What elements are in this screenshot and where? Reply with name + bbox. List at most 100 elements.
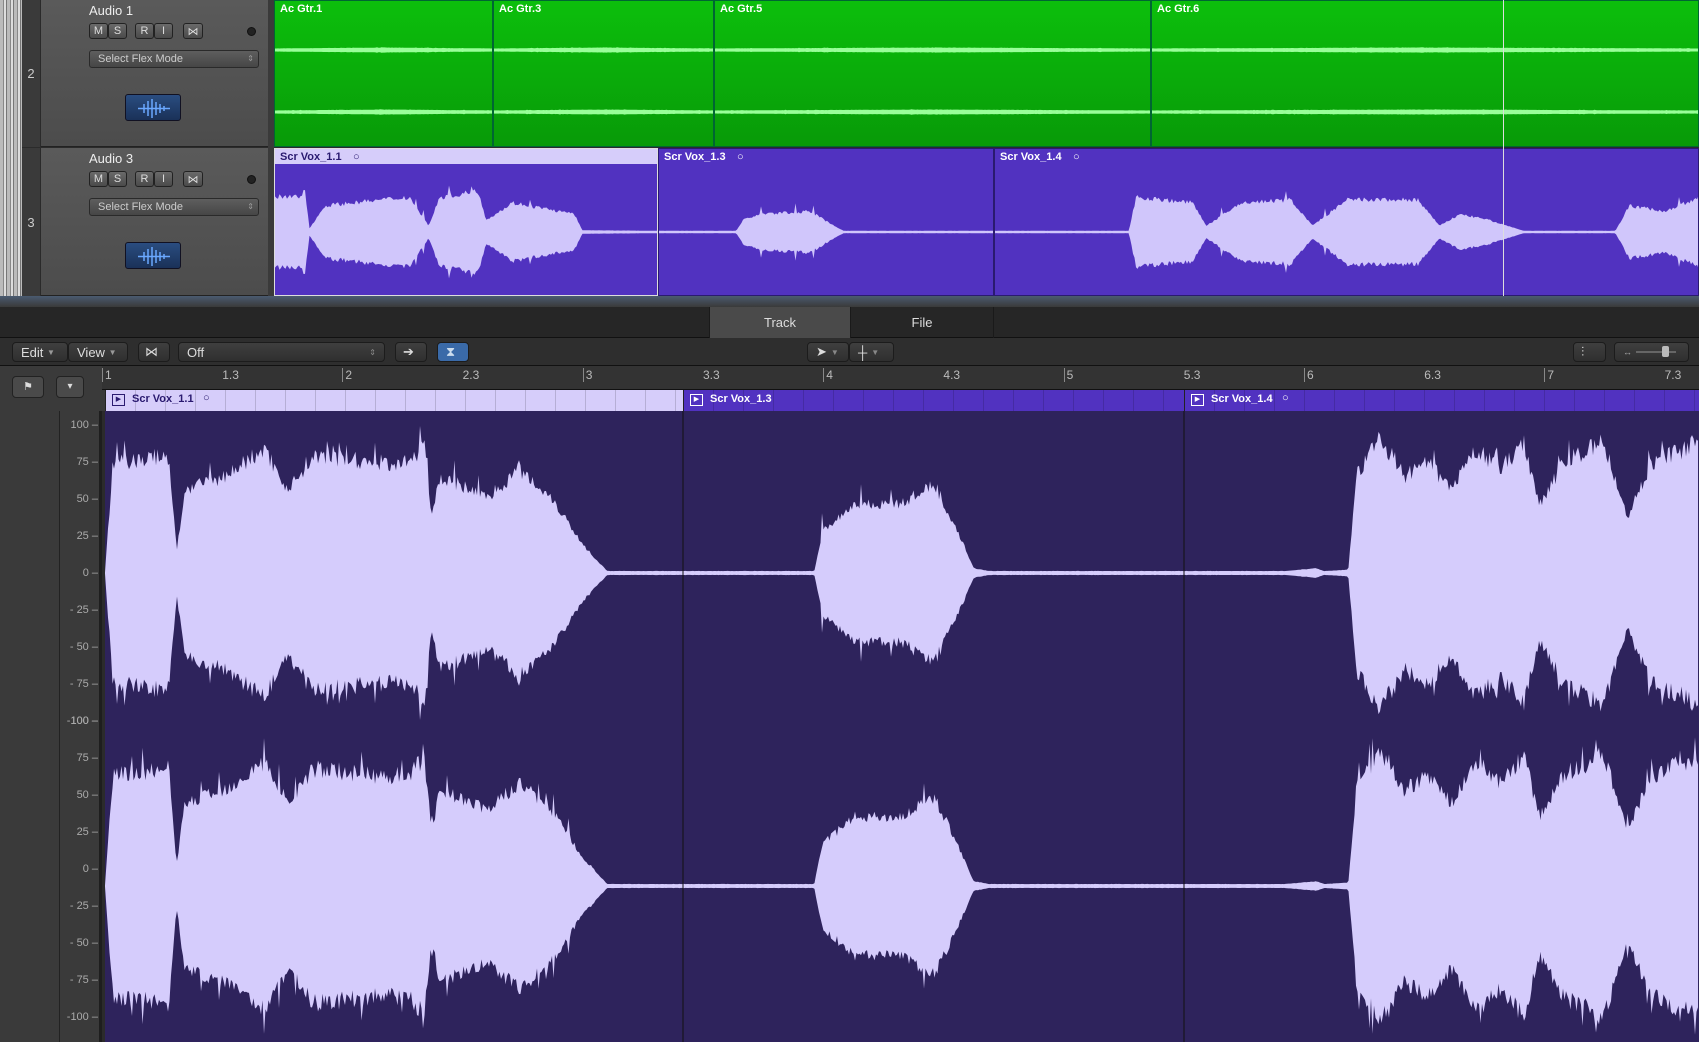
dropdown-icon[interactable]: ▾ (56, 376, 84, 398)
input-monitor-button[interactable]: I (154, 23, 173, 39)
waveform-icon[interactable] (125, 242, 181, 269)
amplitude-label: - 75 (69, 678, 89, 690)
loop-icon: ○ (1073, 151, 1080, 163)
flex-mode-select[interactable]: Select Flex Mode ⇕ (89, 198, 259, 216)
amplitude-label: - 50 (69, 937, 89, 949)
track-lane-audio-3[interactable]: Scr Vox_1.1 ○ Scr Vox_1.3 ○ Scr Vox_1.4 ○ (274, 148, 1699, 296)
marker-flag-icon[interactable]: ⚑ (12, 376, 44, 398)
amplitude-label: 0 (82, 567, 89, 579)
amplitude-label: - 25 (69, 900, 89, 912)
amplitude-label: - 25 (69, 604, 89, 616)
amplitude-label: 0 (82, 863, 89, 875)
pane-divider[interactable] (0, 296, 1699, 307)
waveform (1152, 47, 1698, 115)
waveform-zoom-icon[interactable]: ⫶ (1573, 342, 1606, 362)
audio-region[interactable]: Scr Vox_1.4 ○ (994, 148, 1699, 296)
edit-menu[interactable]: Edit ▼ (12, 342, 68, 362)
track-header-audio-3[interactable]: Audio 3 M S R I ⋈ Select Flex Mode ⇕ (41, 148, 268, 296)
loop-icon: ○ (353, 151, 360, 163)
amplitude-label: - 75 (69, 974, 89, 986)
record-enable-button[interactable]: R (135, 171, 154, 187)
amplitude-label: 100 (70, 715, 89, 727)
track-header-audio-1[interactable]: Audio 1 M S R I ⋈ Select Flex Mode ⇕ (41, 0, 268, 147)
audio-region[interactable]: Ac Gtr.1 (274, 0, 493, 147)
view-menu[interactable]: View ▼ (68, 342, 128, 362)
ruler-tick-label: 1 (102, 368, 112, 382)
zoom-slider[interactable]: ↔ (1614, 342, 1689, 362)
ruler-tick-label: 1.3 (222, 368, 239, 382)
link-icon[interactable]: ⧗ (437, 342, 469, 362)
flex-icon[interactable]: ⋈ (183, 171, 203, 187)
audio-region[interactable]: Scr Vox_1.3 ○ (658, 148, 994, 296)
ruler-tick-label: 2.3 (462, 368, 480, 382)
track-number: 3 (22, 148, 41, 296)
waveform (275, 47, 492, 115)
play-region-icon[interactable]: ▶ (690, 394, 703, 406)
ruler-tick-label: 5.3 (1183, 368, 1201, 382)
waveform (275, 185, 657, 279)
play-region-icon[interactable]: ▶ (1191, 394, 1204, 406)
catch-icon[interactable]: ➔ (395, 342, 427, 362)
solo-button[interactable]: S (108, 171, 127, 187)
crosshair-tool-icon[interactable]: ┼ ▼ (849, 342, 894, 362)
amplitude-label: - 50 (69, 641, 89, 653)
loop-icon: ○ (203, 392, 210, 404)
amplitude-label: 50 (76, 493, 89, 505)
amplitude-label: 75 (76, 752, 89, 764)
track-name[interactable]: Audio 1 (89, 3, 133, 18)
ruler-tick-label: 3 (582, 368, 592, 382)
track-indicator-icon (247, 27, 256, 36)
audio-region[interactable]: Ac Gtr.6 (1151, 0, 1699, 147)
loop-icon: ○ (737, 151, 744, 163)
audio-region[interactable]: Ac Gtr.5 (714, 0, 1151, 147)
ruler-tick-label: 4 (823, 368, 833, 382)
flex-mode-select[interactable]: Select Flex Mode ⇕ (89, 50, 259, 68)
waveform-editor[interactable] (105, 411, 1699, 1042)
ruler[interactable]: 1 1.3 2 2.3 3 3.3 4 4.3 5 5.3 6 6.3 7 7.3 (102, 366, 1699, 390)
region-header-strip: ▶ Scr Vox_1.1 ○ ▶ Scr Vox_1.3 ▶ Scr Vox_1.4 ○ (105, 390, 1699, 411)
playhead[interactable] (1503, 0, 1504, 296)
region-name: Scr Vox_1.3 (710, 393, 772, 405)
flex-mode-select[interactable]: Off ⇕ (178, 342, 385, 362)
ruler-tick-label: 2 (342, 368, 352, 382)
input-monitor-button[interactable]: I (154, 171, 173, 187)
track-number: 2 (22, 0, 41, 147)
amplitude-label: -100 (66, 1011, 89, 1023)
ruler-tick-label: 4.3 (943, 368, 961, 382)
ruler-tick-label: 7 (1544, 368, 1554, 382)
region-name: Scr Vox_1.1 (132, 393, 194, 405)
loop-icon: ○ (1282, 392, 1289, 404)
waveform-icon[interactable] (125, 94, 181, 121)
play-region-icon[interactable]: ▶ (112, 394, 125, 406)
editor-region-header[interactable]: ▶ Scr Vox_1.3 (683, 390, 1184, 411)
flex-toggle-icon[interactable]: ⋈ (138, 342, 170, 362)
pointer-tool-icon[interactable]: ➤ ▼ (807, 342, 849, 362)
mute-button[interactable]: M (89, 23, 108, 39)
ruler-tick-label: 3.3 (703, 368, 720, 382)
ruler-tick-label: 6 (1304, 368, 1314, 382)
track-color-strip (0, 0, 22, 296)
amplitude-label: 100 (70, 419, 89, 431)
ruler-tick-label: 6.3 (1424, 368, 1441, 382)
audio-region[interactable]: Ac Gtr.3 (493, 0, 714, 147)
amplitude-scale: 100 –75 –50 –25 –0 – - 25 – - 50 – - 75 – -1… (60, 411, 102, 1042)
editor-region-header[interactable]: ▶ Scr Vox_1.1 ○ (105, 390, 683, 411)
tab-file[interactable]: File (851, 307, 994, 338)
region-name: Scr Vox_1.4 (1211, 393, 1273, 405)
mute-button[interactable]: M (89, 171, 108, 187)
record-enable-button[interactable]: R (135, 23, 154, 39)
waveform (995, 191, 1698, 273)
flex-icon[interactable]: ⋈ (183, 23, 203, 39)
track-indicator-icon (247, 175, 256, 184)
track-name[interactable]: Audio 3 (89, 151, 133, 166)
audio-region[interactable]: Scr Vox_1.1 ○ (274, 148, 658, 296)
waveform (715, 47, 1150, 115)
ruler-tick-label: 7.3 (1664, 368, 1682, 382)
waveform (494, 47, 713, 115)
editor-region-header[interactable]: ▶ Scr Vox_1.4 ○ (1184, 390, 1699, 411)
solo-button[interactable]: S (108, 23, 127, 39)
tab-track[interactable]: Track (709, 307, 851, 338)
amplitude-label: 25 (76, 530, 89, 542)
track-lane-audio-1[interactable]: Ac Gtr.1 Ac Gtr.3 Ac Gtr.5 Ac Gtr.6 (274, 0, 1699, 147)
amplitude-label: 50 (76, 789, 89, 801)
